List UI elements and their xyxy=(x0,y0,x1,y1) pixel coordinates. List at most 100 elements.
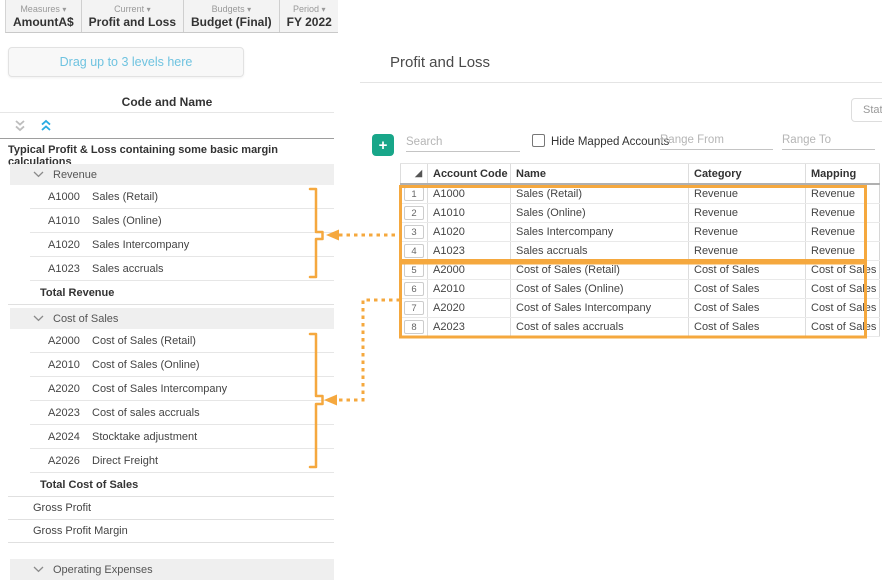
budgets-selector[interactable]: Budgets ▾ Budget (Final) xyxy=(184,0,280,32)
account-name: Stocktake adjustment xyxy=(92,431,197,443)
row-number-cell[interactable]: 6 xyxy=(400,280,428,298)
statement-button[interactable]: Statement xyxy=(851,98,882,122)
account-row[interactable]: A2024Stocktake adjustment xyxy=(8,425,334,449)
current-value: Profit and Loss xyxy=(89,15,176,29)
accounts-table: ◢ Account Code▲ Name Category Mapping 1A… xyxy=(400,163,880,337)
cell-name: Cost of sales accruals xyxy=(511,318,689,336)
cell-name: Sales accruals xyxy=(511,242,689,260)
row-number-cell[interactable]: 2 xyxy=(400,204,428,222)
total-row[interactable]: Total Revenue xyxy=(8,281,334,305)
hide-mapped-checkbox[interactable] xyxy=(532,134,545,147)
chevron-down-icon xyxy=(33,315,44,322)
drag-levels-dropzone[interactable]: Drag up to 3 levels here xyxy=(8,47,244,77)
hide-mapped-label: Hide Mapped Accounts xyxy=(551,136,669,148)
account-name: Cost of Sales (Online) xyxy=(92,359,200,371)
cell-account-code: A1023 xyxy=(428,242,511,260)
measures-selector[interactable]: Measures ▾ AmountA$ xyxy=(6,0,82,32)
account-name: Cost of Sales (Retail) xyxy=(92,335,196,347)
accounts-table-body: 1A1000Sales (Retail)RevenueRevenue2A1010… xyxy=(400,185,880,337)
table-row[interactable]: 7 A2020Cost of Sales IntercompanyCost of … xyxy=(400,299,880,318)
account-row[interactable]: A2020Cost of Sales Intercompany xyxy=(8,377,334,401)
section-label: Cost of Sales xyxy=(53,313,118,325)
dropzone-label: Drag up to 3 levels here xyxy=(60,55,193,69)
row-number-cell[interactable]: 8 xyxy=(400,318,428,336)
calc-row[interactable]: Gross Profit Margin xyxy=(8,520,334,543)
row-number: 1 xyxy=(404,187,424,201)
measures-value: AmountA$ xyxy=(13,15,74,29)
account-row[interactable]: A1000Sales (Retail) xyxy=(8,185,334,209)
row-number-cell[interactable]: 3 xyxy=(400,223,428,241)
plus-icon: + xyxy=(379,138,388,153)
account-row[interactable]: A1010Sales (Online) xyxy=(8,209,334,233)
expand-all-button[interactable] xyxy=(39,119,53,133)
cell-name: Sales Intercompany xyxy=(511,223,689,241)
current-selector[interactable]: Current ▾ Profit and Loss xyxy=(82,0,184,32)
cell-account-code: A2020 xyxy=(428,299,511,317)
cell-mapping: Revenue xyxy=(806,223,880,241)
dropdown-arrow-icon: ▾ xyxy=(322,5,326,14)
account-name: Cost of sales accruals xyxy=(92,407,200,419)
list-gap xyxy=(8,543,334,556)
account-row[interactable]: A2023Cost of sales accruals xyxy=(8,401,334,425)
account-row[interactable]: A1023Sales accruals xyxy=(8,257,334,281)
column-header-name[interactable]: Name xyxy=(511,164,689,183)
collapse-all-button[interactable] xyxy=(13,119,27,133)
account-code: A1010 xyxy=(48,215,80,227)
select-all-corner[interactable]: ◢ xyxy=(400,164,428,183)
account-name: Cost of Sales Intercompany xyxy=(92,383,227,395)
column-header-mapping[interactable]: Mapping xyxy=(806,164,880,183)
account-row[interactable]: A2026Direct Freight xyxy=(8,449,334,473)
row-number: 7 xyxy=(404,301,424,315)
account-code: A2026 xyxy=(48,455,80,467)
table-row[interactable]: 1A1000Sales (Retail)RevenueRevenue xyxy=(400,185,880,204)
row-number: 4 xyxy=(404,244,424,258)
page-title: Profit and Loss xyxy=(390,54,490,71)
period-selector[interactable]: Period ▾ FY 2022 xyxy=(280,0,338,32)
account-row[interactable]: A2000 Cost of Sales (Retail) xyxy=(8,329,334,353)
budgets-label: Budgets xyxy=(212,4,245,14)
section-row[interactable]: Operating Expenses xyxy=(10,559,334,580)
account-row[interactable]: A1020Sales Intercompany xyxy=(8,233,334,257)
title-divider xyxy=(360,82,882,83)
section-label: Operating Expenses xyxy=(53,564,153,576)
section-row[interactable]: Cost of Sales xyxy=(10,308,334,329)
section-row[interactable]: Revenue xyxy=(10,164,334,185)
row-number-cell[interactable]: 5 xyxy=(400,261,428,279)
cell-account-code: A2000 xyxy=(428,261,511,279)
row-number: 6 xyxy=(404,282,424,296)
column-header-category[interactable]: Category xyxy=(689,164,806,183)
cell-category: Revenue xyxy=(689,204,806,222)
cell-mapping: Revenue xyxy=(806,185,880,203)
cell-name: Cost of Sales Intercompany xyxy=(511,299,689,317)
accounts-table-header: ◢ Account Code▲ Name Category Mapping xyxy=(400,163,880,185)
table-row[interactable]: 2A1010Sales (Online)RevenueRevenue xyxy=(400,204,880,223)
column-header-account-code[interactable]: Account Code▲ xyxy=(428,164,511,183)
table-row[interactable]: 8A2023Cost of sales accrualsCost of Sale… xyxy=(400,318,880,337)
row-number-cell[interactable]: 1 xyxy=(400,185,428,203)
calc-row[interactable]: Gross Profit xyxy=(8,497,334,520)
budgets-value: Budget (Final) xyxy=(191,15,272,29)
account-name: Sales (Retail) xyxy=(92,191,158,203)
account-code: A2000 xyxy=(48,335,80,347)
range-from-input[interactable] xyxy=(660,130,773,150)
table-row[interactable]: 4A1023Sales accrualsRevenueRevenue xyxy=(400,242,880,261)
table-row[interactable]: 5A2000Cost of Sales (Retail)Cost of Sale… xyxy=(400,261,880,280)
cell-category: Cost of Sales xyxy=(689,299,806,317)
search-input[interactable] xyxy=(406,132,520,152)
range-to-input[interactable] xyxy=(782,130,875,150)
table-row[interactable]: 3A1020Sales IntercompanyRevenueRevenue xyxy=(400,223,880,242)
row-number-cell[interactable]: 4 xyxy=(400,242,428,260)
double-chevron-up-icon xyxy=(39,119,53,133)
account-row[interactable]: A2010 Cost of Sales (Online) xyxy=(8,353,334,377)
total-row[interactable]: Total Cost of Sales xyxy=(8,473,334,497)
cell-account-code: A2023 xyxy=(428,318,511,336)
row-number-cell[interactable]: 7 xyxy=(400,299,428,317)
cell-category: Cost of Sales xyxy=(689,261,806,279)
mapping-screen: Measures ▾ AmountA$ Current ▾ Profit and… xyxy=(0,0,882,581)
account-code: A2010 xyxy=(48,359,80,371)
selector-bar: Measures ▾ AmountA$ Current ▾ Profit and… xyxy=(5,0,338,33)
cell-category: Revenue xyxy=(689,223,806,241)
account-code: A1020 xyxy=(48,239,80,251)
add-account-button[interactable]: + xyxy=(372,134,394,156)
table-row[interactable]: 6A2010Cost of Sales (Online)Cost of Sale… xyxy=(400,280,880,299)
